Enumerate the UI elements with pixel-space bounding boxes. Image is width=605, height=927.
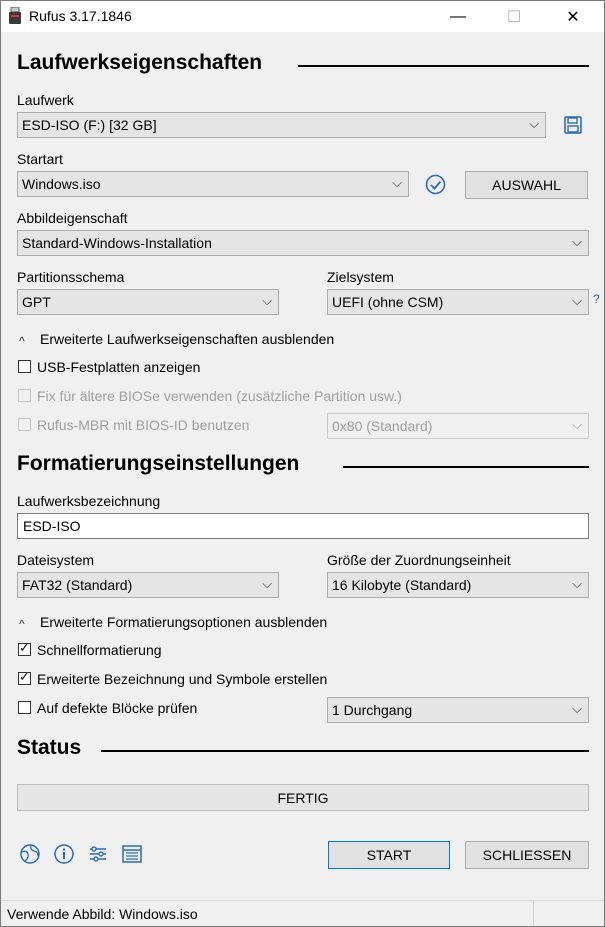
chevron-down-icon: ⌵ (529, 116, 539, 131)
format-options-heading: Formatierungseinstellungen (17, 452, 300, 475)
usb-hdd-label: USB-Festplatten anzeigen (37, 359, 201, 375)
status-bar-text: Verwende Abbild: Windows.iso (7, 906, 198, 922)
rufus-mbr-checkbox (18, 418, 31, 431)
old-bios-label: Fix für ältere BIOSe verwenden (zusätzli… (37, 388, 402, 404)
section-divider (101, 750, 589, 752)
old-bios-checkbox (18, 389, 31, 402)
help-link[interactable]: ? (593, 292, 600, 306)
device-select-value: ESD-ISO (F:) [32 GB] (22, 117, 157, 133)
status-bar-divider (533, 901, 534, 926)
file-system-label: Dateisystem (17, 552, 95, 568)
log-icon[interactable] (121, 843, 143, 865)
boot-selection-value: Windows.iso (22, 176, 101, 192)
partition-scheme-select[interactable]: GPT ⌵ (17, 289, 279, 315)
boot-selection-label: Startart (17, 151, 63, 167)
image-option-select[interactable]: Standard-Windows-Installation ⌵ (17, 230, 589, 256)
section-divider (343, 466, 589, 468)
status-bar: Verwende Abbild: Windows.iso (1, 900, 604, 926)
file-system-value: FAT32 (Standard) (22, 577, 133, 593)
target-system-select[interactable]: UEFI (ohne CSM) ⌵ (327, 289, 589, 315)
cluster-size-value: 16 Kilobyte (Standard) (332, 577, 472, 593)
start-button[interactable]: START (328, 841, 450, 869)
chevron-down-icon: ⌵ (392, 175, 402, 190)
chevron-down-icon: ⌵ (572, 417, 582, 432)
volume-label-value: ESD-ISO (23, 518, 81, 534)
cluster-size-select[interactable]: 16 Kilobyte (Standard) ⌵ (327, 572, 589, 598)
progress-bar: FERTIG (17, 784, 589, 811)
bad-blocks-checkbox[interactable] (18, 701, 31, 714)
info-icon[interactable] (53, 843, 75, 865)
settings-sliders-icon[interactable] (87, 843, 109, 865)
section-divider (298, 65, 589, 67)
checkmark-icon: ✓ (19, 669, 30, 684)
chevron-down-icon: ⌵ (572, 234, 582, 249)
chevron-down-icon: ⌵ (572, 576, 582, 591)
chevron-down-icon: ⌵ (572, 293, 582, 308)
status-heading: Status (17, 736, 82, 759)
extended-label-checkbox[interactable]: ✓ (18, 669, 31, 685)
maximize-button[interactable]: ☐ (491, 1, 537, 32)
passes-value: 1 Durchgang (332, 702, 413, 718)
drive-properties-heading: Laufwerkseigenschaften (17, 51, 263, 74)
target-system-label: Zielsystem (327, 269, 394, 285)
title-bar: Rufus 3.17.1846 — ☐ ✕ (1, 1, 604, 32)
select-image-button[interactable]: AUSWAHL (465, 171, 588, 199)
boot-selection-select[interactable]: Windows.iso ⌵ (17, 171, 409, 197)
image-option-label: Abbildeigenschaft (17, 210, 128, 226)
rufus-mbr-label: Rufus-MBR mit BIOS-ID benutzen (37, 417, 250, 433)
cluster-size-label: Größe der Zuordnungseinheit (327, 552, 511, 568)
progress-text: FERTIG (277, 789, 329, 806)
target-system-value: UEFI (ohne CSM) (332, 294, 444, 310)
file-system-select[interactable]: FAT32 (Standard) ⌵ (17, 572, 279, 598)
quick-format-checkbox[interactable]: ✓ (18, 640, 31, 656)
chevron-up-icon[interactable]: ^ (19, 334, 25, 348)
bios-id-select: 0x80 (Standard) ⌵ (327, 413, 589, 439)
volume-label-label: Laufwerksbezeichnung (17, 493, 161, 509)
verify-checkmark-icon[interactable] (425, 174, 446, 195)
globe-icon[interactable] (19, 843, 41, 865)
device-select[interactable]: ESD-ISO (F:) [32 GB] ⌵ (17, 112, 546, 138)
bad-blocks-label: Auf defekte Blöcke prüfen (37, 700, 198, 716)
extended-label-label: Erweiterte Bezeichnung und Symbole erste… (37, 671, 328, 687)
chevron-down-icon: ⌵ (262, 576, 272, 591)
window-title: Rufus 3.17.1846 (29, 8, 132, 24)
close-button[interactable]: SCHLIESSEN (465, 841, 589, 869)
usb-drive-icon (9, 7, 21, 24)
close-window-button[interactable]: ✕ (550, 1, 596, 32)
volume-label-input[interactable]: ESD-ISO (17, 513, 589, 539)
usb-hdd-checkbox[interactable] (18, 360, 31, 373)
chevron-down-icon: ⌵ (572, 701, 582, 716)
image-option-value: Standard-Windows-Installation (22, 235, 212, 251)
chevron-down-icon: ⌵ (262, 293, 272, 308)
passes-select[interactable]: 1 Durchgang ⌵ (327, 697, 589, 723)
rufus-window: Rufus 3.17.1846 — ☐ ✕ Laufwerkseigenscha… (0, 0, 605, 927)
checkmark-icon: ✓ (19, 640, 30, 655)
chevron-up-icon[interactable]: ^ (19, 617, 25, 631)
bios-id-value: 0x80 (Standard) (332, 418, 433, 434)
quick-format-label: Schnellformatierung (37, 642, 162, 658)
save-icon[interactable] (563, 115, 583, 135)
device-label: Laufwerk (17, 92, 74, 108)
format-advanced-toggle[interactable]: Erweiterte Formatierungsoptionen ausblen… (40, 614, 327, 630)
partition-scheme-label: Partitionsschema (17, 269, 125, 285)
partition-scheme-value: GPT (22, 294, 51, 310)
drive-advanced-toggle[interactable]: Erweiterte Laufwerkseigenschaften ausble… (40, 331, 334, 347)
minimize-button[interactable]: — (435, 1, 481, 32)
